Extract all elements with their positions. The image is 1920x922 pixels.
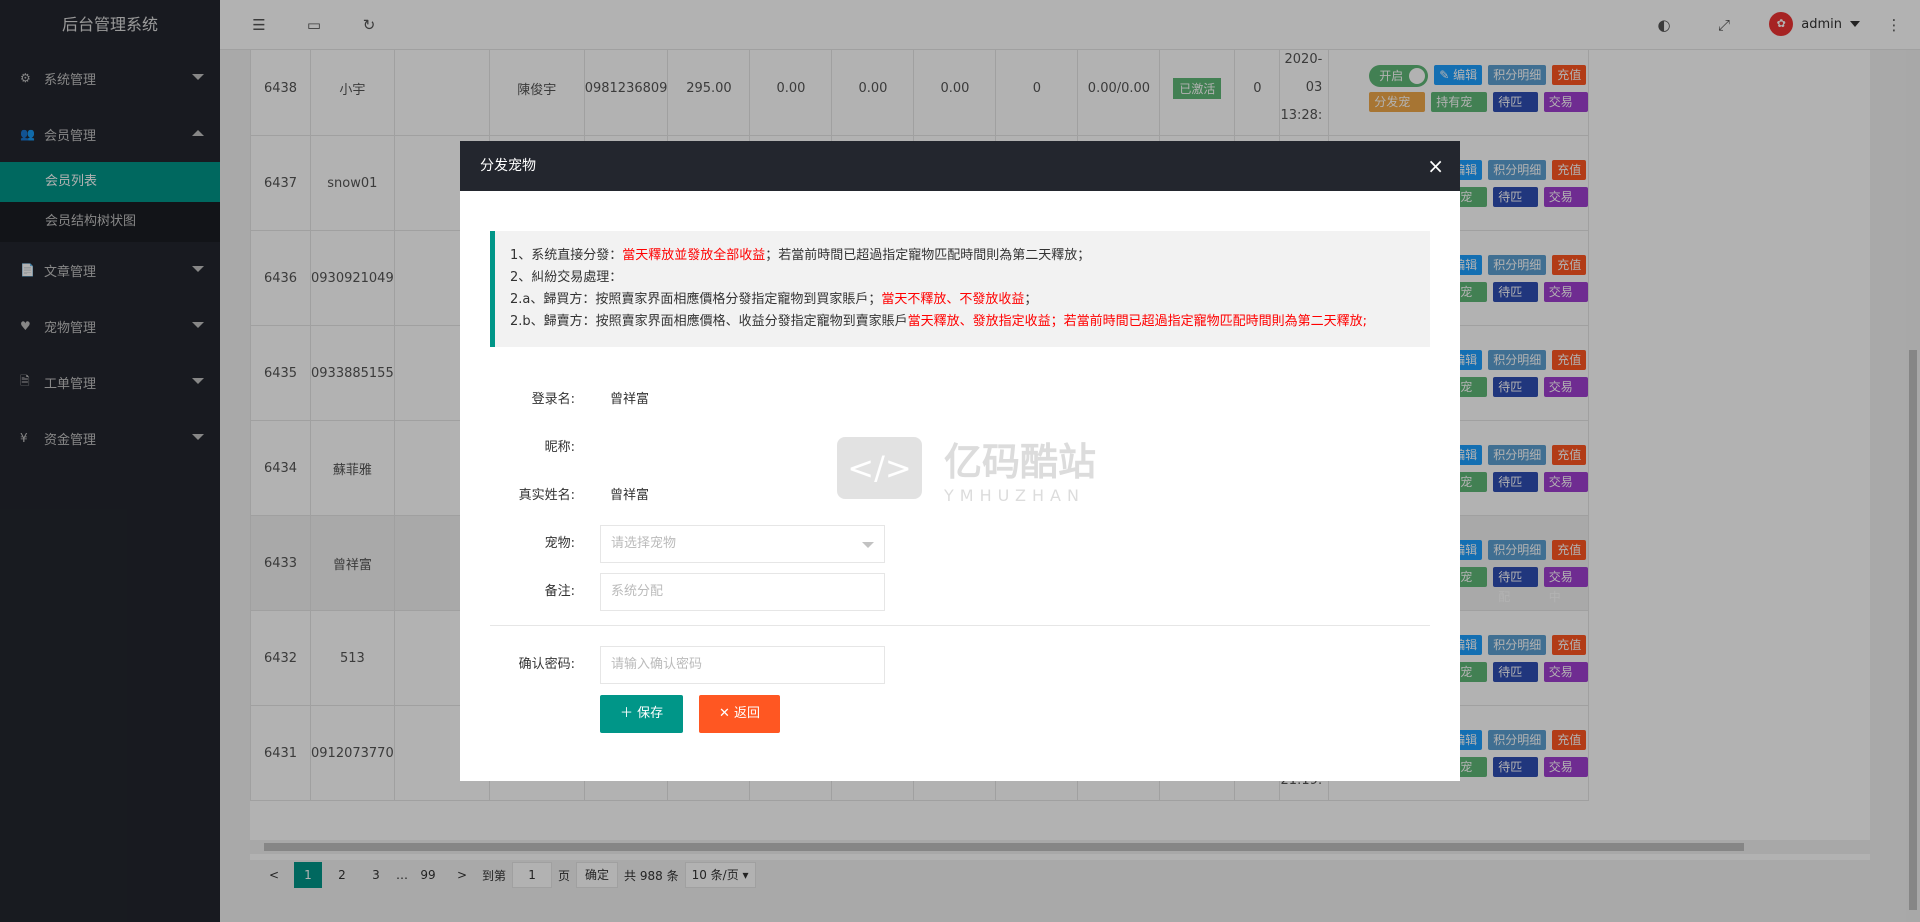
notice-l3c: ； <box>1024 292 1038 307</box>
close-icon[interactable]: × <box>1427 141 1444 191</box>
notice-l1b: 當天釋放並發放全部收益 <box>622 248 766 263</box>
note-row: 备注: 系统分配 <box>460 573 1460 611</box>
close-icon: ✕ <box>719 706 735 721</box>
pet-select[interactable]: 请选择宠物 <box>600 525 885 563</box>
realname-row: 真实姓名: 曾祥富 <box>460 477 1460 515</box>
notice-box: 1、系统直接分發：當天釋放並發放全部收益；若當前時間已超過指定寵物匹配時間則為第… <box>490 231 1430 347</box>
password-row: 确认密码: 请输入确认密码 <box>460 646 1460 684</box>
login-row: 登录名: 曾祥富 <box>460 381 1460 419</box>
password-input[interactable]: 请输入确认密码 <box>600 646 885 684</box>
notice-l1c: ；若當前時間已超過指定寵物匹配時間則為第二天釋放； <box>765 248 1091 263</box>
notice-l4b: 當天釋放、發放指定收益；若當前時間已超過指定寵物匹配時間則為第二天釋放 <box>907 314 1363 329</box>
note-placeholder: 系统分配 <box>611 584 664 599</box>
realname-value: 曾祥富 <box>610 488 650 503</box>
back-button-label: 返回 <box>734 706 761 721</box>
note-label: 备注: <box>544 584 575 599</box>
save-button-label: 保存 <box>637 706 664 721</box>
realname-label: 真实姓名: <box>518 488 575 503</box>
back-button[interactable]: ✕ 返回 <box>699 695 781 733</box>
pet-row: 宠物: 请选择宠物 <box>460 525 1460 563</box>
password-placeholder: 请输入确认密码 <box>611 657 703 672</box>
notice-l3b: 當天不釋放、不發放收益 <box>881 292 1025 307</box>
chevron-down-icon <box>862 542 874 548</box>
login-label: 登录名: <box>531 392 575 407</box>
notice-l4a: 2.b、歸賣方：按照賣家界面相應價格、收益分發指定寵物到賣家賬戶 <box>510 314 908 329</box>
distribute-pet-modal: 分发宠物 × 1、系统直接分發：當天釋放並發放全部收益；若當前時間已超過指定寵物… <box>460 141 1460 781</box>
modal-title: 分发宠物 <box>480 158 536 174</box>
password-label: 确认密码: <box>518 657 575 672</box>
notice-l3a: 2.a、歸買方：按照賣家界面相應價格分發指定寵物到買家賬戶； <box>510 292 882 307</box>
modal-header: 分发宠物 × <box>460 141 1460 191</box>
pet-label: 宠物: <box>544 536 575 551</box>
pet-select-placeholder: 请选择宠物 <box>611 536 677 551</box>
nickname-label: 昵称: <box>544 440 575 455</box>
form-divider <box>490 625 1430 626</box>
plus-icon: ＋ <box>620 706 638 721</box>
note-input[interactable]: 系统分配 <box>600 573 885 611</box>
notice-l4c: ; <box>1362 314 1368 329</box>
notice-l1a: 1、系统直接分發： <box>510 248 623 263</box>
notice-l2: 2、糾紛交易處理： <box>510 270 623 285</box>
nickname-row: 昵称: <box>460 429 1460 467</box>
login-value: 曾祥富 <box>610 392 650 407</box>
save-button[interactable]: ＋ 保存 <box>600 695 684 733</box>
